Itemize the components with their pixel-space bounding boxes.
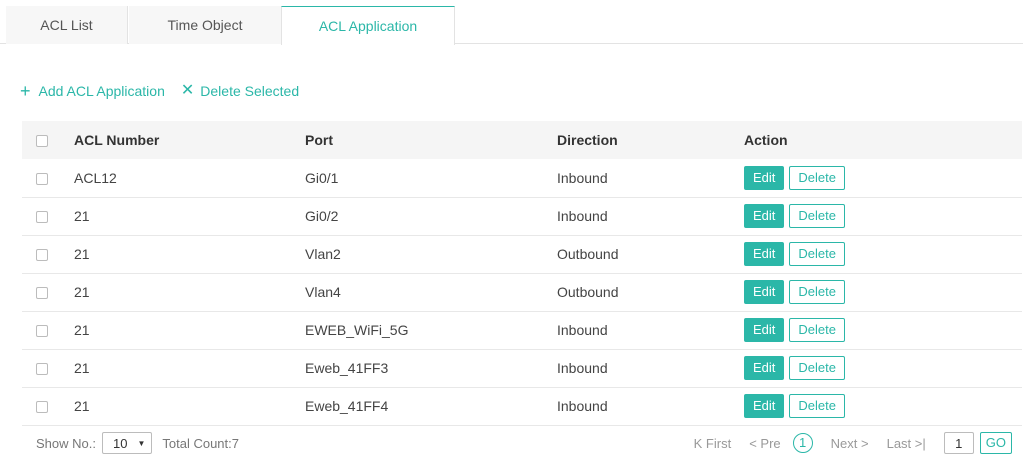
add-acl-application-button[interactable]: + Add ACL Application bbox=[20, 82, 165, 100]
delete-button[interactable]: Delete bbox=[789, 204, 845, 228]
direction-cell: Outbound bbox=[557, 273, 744, 312]
chevron-left-icon: < bbox=[749, 435, 757, 451]
delete-button[interactable]: Delete bbox=[789, 280, 845, 304]
total-count-label: Total Count:7 bbox=[162, 435, 239, 451]
select-all-checkbox[interactable] bbox=[36, 135, 48, 148]
table-row: 21 Eweb_41FF3 Inbound Edit Delete bbox=[22, 349, 1022, 388]
acl-number-cell: 21 bbox=[74, 311, 305, 350]
port-cell: Gi0/1 bbox=[305, 159, 557, 198]
go-button[interactable]: GO bbox=[979, 432, 1012, 454]
edit-button[interactable]: Edit bbox=[744, 165, 785, 190]
last-page-icon: >| bbox=[914, 435, 926, 451]
last-page-button[interactable]: Last >| bbox=[887, 436, 926, 451]
edit-button[interactable]: Edit bbox=[744, 242, 785, 266]
edit-button[interactable]: Edit bbox=[744, 394, 785, 418]
delete-button[interactable]: Delete bbox=[789, 318, 845, 342]
show-no-label: Show No.: bbox=[36, 435, 96, 451]
edit-button[interactable]: Edit bbox=[744, 356, 785, 380]
tab-time-object[interactable]: Time Object bbox=[129, 6, 281, 44]
acl-number-cell: 21 bbox=[74, 349, 305, 388]
column-header-acl-number: ACL Number bbox=[74, 121, 305, 159]
port-cell: Eweb_41FF3 bbox=[305, 349, 557, 388]
delete-selected-button[interactable]: ✕ Delete Selected bbox=[181, 82, 299, 100]
port-cell: Vlan2 bbox=[305, 235, 557, 274]
page-size-value: 10 bbox=[112, 435, 128, 451]
plus-icon: + bbox=[20, 81, 31, 101]
tab-acl-application[interactable]: ACL Application bbox=[281, 6, 455, 45]
acl-number-cell: 21 bbox=[74, 273, 305, 312]
direction-cell: Inbound bbox=[557, 197, 744, 236]
delete-selected-label: Delete Selected bbox=[200, 83, 300, 99]
acl-number-cell: 21 bbox=[74, 197, 305, 236]
first-page-icon: K bbox=[693, 435, 703, 451]
table-row: ACL12 Gi0/1 Inbound Edit Delete bbox=[22, 159, 1022, 198]
delete-button[interactable]: Delete bbox=[789, 165, 845, 190]
add-acl-application-label: Add ACL Application bbox=[38, 83, 165, 99]
port-cell: Eweb_41FF4 bbox=[305, 387, 557, 426]
row-checkbox[interactable] bbox=[36, 325, 48, 338]
table-row: 21 Gi0/2 Inbound Edit Delete bbox=[22, 197, 1022, 236]
port-cell: Vlan4 bbox=[305, 273, 557, 312]
direction-cell: Inbound bbox=[557, 311, 744, 350]
action-bar: + Add ACL Application ✕ Delete Selected bbox=[20, 82, 315, 100]
row-checkbox[interactable] bbox=[36, 363, 48, 376]
first-page-button[interactable]: K First bbox=[694, 436, 732, 451]
prev-page-button[interactable]: < Pre bbox=[749, 436, 780, 451]
pagination-bar: Show No.: 10 ▼ Total Count:7 K First < P… bbox=[36, 431, 1012, 455]
row-checkbox[interactable] bbox=[36, 173, 48, 186]
caret-down-icon: ▼ bbox=[137, 438, 146, 448]
acl-application-table: ACL Number Port Direction Action ACL12 G… bbox=[22, 121, 1022, 426]
table-row: 21 EWEB_WiFi_5G Inbound Edit Delete bbox=[22, 311, 1022, 350]
column-header-action: Action bbox=[744, 121, 1022, 159]
chevron-right-icon: > bbox=[861, 435, 869, 451]
port-cell: EWEB_WiFi_5G bbox=[305, 311, 557, 350]
acl-number-cell: 21 bbox=[74, 235, 305, 274]
row-checkbox[interactable] bbox=[36, 401, 48, 414]
row-checkbox[interactable] bbox=[36, 249, 48, 262]
acl-number-cell: ACL12 bbox=[74, 159, 305, 198]
page-size-select[interactable]: 10 ▼ bbox=[101, 432, 153, 454]
column-header-port: Port bbox=[305, 121, 557, 159]
direction-cell: Inbound bbox=[557, 349, 744, 388]
row-checkbox[interactable] bbox=[36, 287, 48, 300]
table-row: 21 Eweb_41FF4 Inbound Edit Delete bbox=[22, 387, 1022, 426]
edit-button[interactable]: Edit bbox=[744, 318, 785, 342]
current-page-indicator[interactable]: 1 bbox=[792, 433, 813, 453]
edit-button[interactable]: Edit bbox=[744, 280, 785, 304]
close-icon: ✕ bbox=[180, 82, 195, 99]
row-checkbox[interactable] bbox=[36, 211, 48, 224]
page-number-input[interactable] bbox=[943, 432, 974, 454]
table-row: 21 Vlan2 Outbound Edit Delete bbox=[22, 235, 1022, 274]
column-header-direction: Direction bbox=[557, 121, 744, 159]
delete-button[interactable]: Delete bbox=[789, 356, 845, 380]
tab-acl-list[interactable]: ACL List bbox=[6, 6, 128, 44]
edit-button[interactable]: Edit bbox=[744, 204, 785, 228]
delete-button[interactable]: Delete bbox=[789, 242, 845, 266]
direction-cell: Outbound bbox=[557, 235, 744, 274]
tab-bar: ACL List Time Object ACL Application bbox=[0, 6, 1023, 45]
delete-button[interactable]: Delete bbox=[789, 394, 845, 418]
acl-number-cell: 21 bbox=[74, 387, 305, 426]
table-row: 21 Vlan4 Outbound Edit Delete bbox=[22, 273, 1022, 312]
table-header-row: ACL Number Port Direction Action bbox=[22, 121, 1022, 159]
next-page-button[interactable]: Next > bbox=[831, 436, 869, 451]
direction-cell: Inbound bbox=[557, 159, 744, 198]
direction-cell: Inbound bbox=[557, 387, 744, 426]
port-cell: Gi0/2 bbox=[305, 197, 557, 236]
